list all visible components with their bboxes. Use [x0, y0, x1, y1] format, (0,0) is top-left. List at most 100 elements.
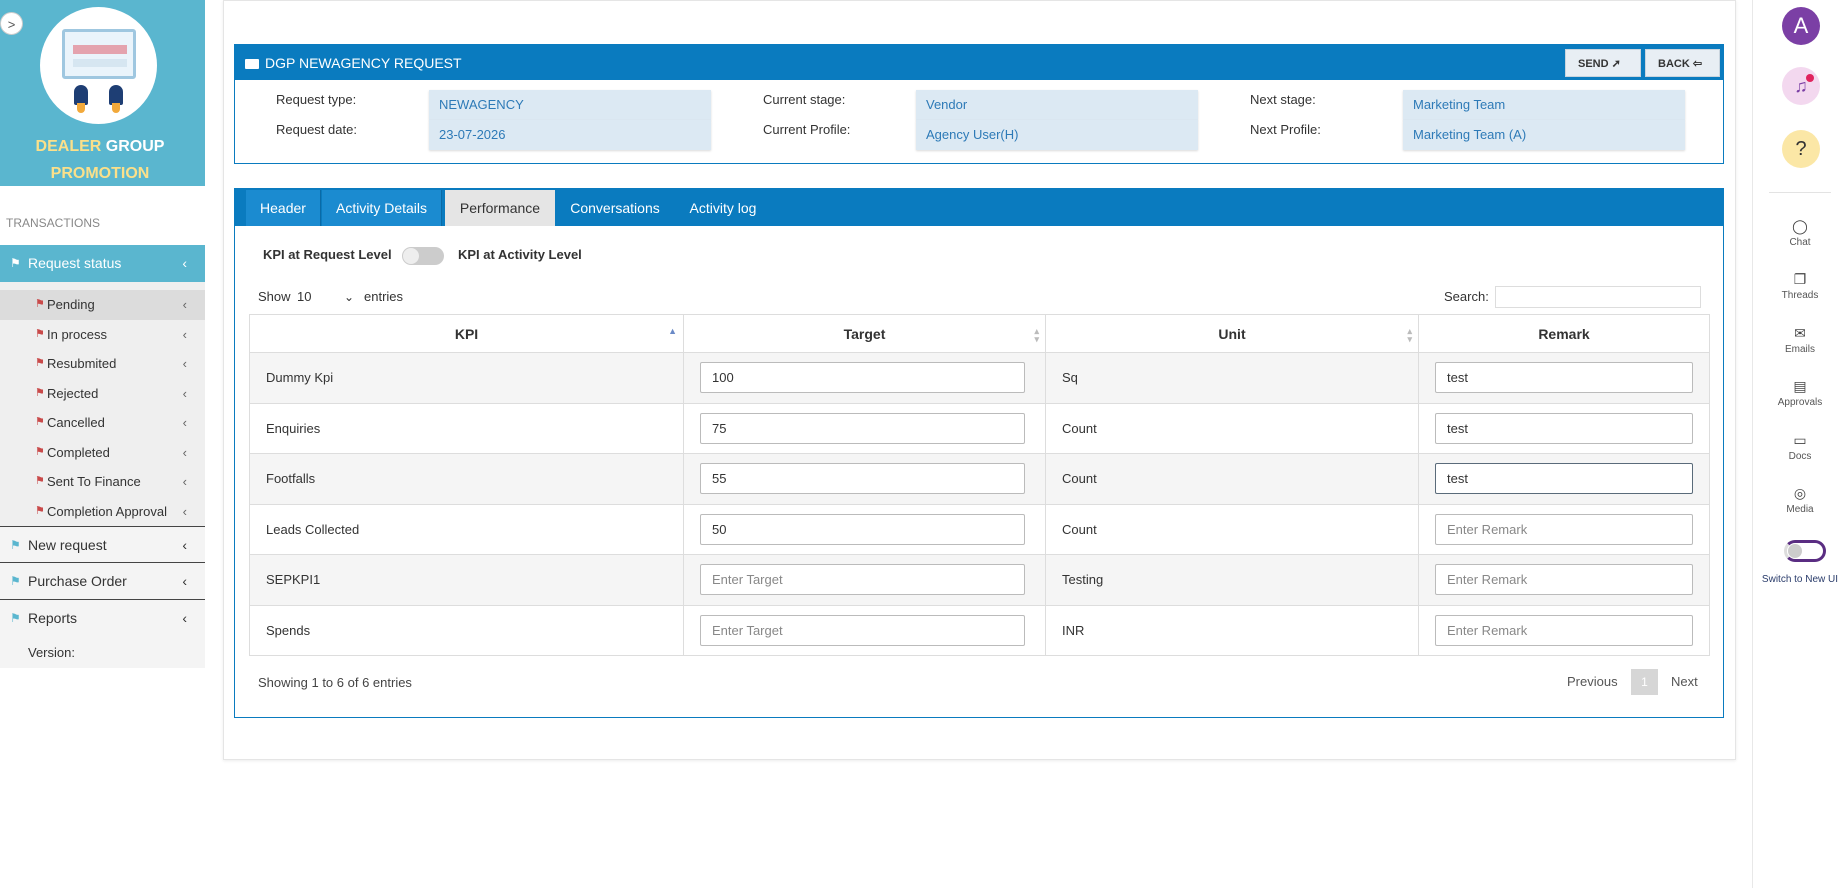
rocket-icon	[74, 85, 88, 105]
sidebar-toggle-button[interactable]: >	[0, 12, 23, 35]
user-avatar[interactable]: A	[1782, 7, 1820, 45]
current-stage-value: Vendor	[916, 90, 1198, 120]
table-row: Leads Collected Count	[249, 503, 1710, 555]
rocket-icon	[109, 85, 123, 105]
tab-activity-log[interactable]: Activity log	[678, 190, 768, 226]
table-row: Dummy Kpi Sq	[249, 352, 1710, 404]
notification-bell-icon[interactable]: ♫	[1782, 67, 1820, 105]
column-header-kpi[interactable]: KPI ▲	[249, 314, 684, 353]
request-date-label: Request date:	[276, 122, 357, 137]
submenu-item-rejected[interactable]: ⚑ Rejected ‹	[0, 379, 205, 409]
chevron-left-icon: ‹	[182, 503, 187, 519]
flag-icon: ⚑	[10, 574, 21, 588]
menu-purchase-order[interactable]: ⚑ Purchase Order ‹	[0, 563, 205, 600]
table-row: Spends INR	[249, 604, 1710, 656]
pagination-next[interactable]: Next	[1671, 674, 1698, 689]
remark-input[interactable]	[1435, 614, 1693, 646]
pagination-page-1[interactable]: 1	[1631, 669, 1658, 695]
submenu-item-pending[interactable]: ⚑ Pending ‹	[0, 290, 205, 320]
unit-cell: Count	[1045, 453, 1419, 505]
kpi-table: KPI▲ Target▴▾ Unit▴▾ Remark Dummy Kpi Sq…	[249, 314, 1710, 656]
unit-cell: Testing	[1045, 554, 1419, 606]
show-label: Show	[258, 289, 291, 304]
rail-item-approvals[interactable]: ▤ Approvals	[1753, 378, 1846, 408]
unit-cell: Count	[1045, 402, 1419, 454]
help-icon[interactable]: ?	[1782, 130, 1820, 168]
sidebar: > DEALER GROUP PROMOTION TRANSACTIONS ⚑ …	[0, 0, 205, 888]
submenu-item-completed[interactable]: ⚑ Completed ‹	[0, 438, 205, 468]
section-label-transactions: TRANSACTIONS	[6, 216, 101, 230]
chevron-left-icon: ‹	[182, 573, 187, 589]
target-input[interactable]	[700, 614, 1025, 646]
remark-input[interactable]	[1435, 362, 1693, 394]
tabs-panel: Header Activity Details Performance Conv…	[234, 188, 1724, 718]
pagination-previous[interactable]: Previous	[1567, 674, 1618, 689]
kpi-cell: Leads Collected	[249, 503, 684, 555]
send-button[interactable]: SEND ➚	[1565, 49, 1641, 77]
rail-item-threads[interactable]: ❐ Threads	[1753, 271, 1846, 301]
column-header-unit[interactable]: Unit ▴ ▾	[1045, 314, 1419, 353]
kpi-level-toggle[interactable]	[402, 247, 444, 265]
current-profile-label: Current Profile:	[763, 122, 851, 137]
flag-icon: ⚑	[10, 611, 21, 625]
request-panel-header: DGP NEWAGENCY REQUEST SEND ➚ BACK ⇦	[235, 45, 1723, 80]
rail-item-docs[interactable]: ▭ Docs	[1753, 432, 1846, 462]
entries-per-page-select[interactable]: 10 ⌄	[297, 286, 367, 308]
kpi-cell: Footfalls	[249, 453, 684, 505]
menu-request-status[interactable]: ⚑ Request status ‹	[0, 245, 205, 282]
target-input[interactable]	[700, 463, 1025, 495]
folder-icon: ▭	[1793, 432, 1807, 448]
request-status-submenu: ⚑ Pending ‹ ⚑ In process ‹ ⚑ Resubmited ‹ ⚑ Rej…	[0, 282, 205, 526]
email-icon: ✉	[1794, 325, 1806, 341]
back-button[interactable]: BACK ⇦	[1645, 49, 1720, 77]
tab-header[interactable]: Header	[246, 190, 321, 226]
tab-bar: Header Activity Details Performance Conv…	[235, 189, 1723, 226]
rail-divider	[1769, 192, 1831, 193]
version-label: Version:	[0, 637, 205, 668]
target-input[interactable]	[700, 564, 1025, 596]
submenu-item-sent-to-finance[interactable]: ⚑ Sent To Finance ‹	[0, 467, 205, 497]
flag-icon: ⚑	[35, 298, 45, 310]
target-input[interactable]	[700, 513, 1025, 545]
request-date-value: 23-07-2026	[429, 120, 711, 150]
submenu-item-in-process[interactable]: ⚑ In process ‹	[0, 320, 205, 350]
remark-input[interactable]	[1435, 564, 1693, 596]
tab-performance[interactable]: Performance	[445, 190, 555, 226]
rail-item-media[interactable]: ◎ Media	[1753, 485, 1846, 515]
table-info-text: Showing 1 to 6 of 6 entries	[258, 675, 412, 690]
submenu-item-cancelled[interactable]: ⚑ Cancelled ‹	[0, 408, 205, 438]
search-input[interactable]	[1495, 286, 1701, 308]
chat-icon: ◯	[1792, 218, 1808, 234]
flag-icon: ⚑	[35, 445, 45, 458]
kpi-cell: Dummy Kpi	[249, 352, 684, 404]
flag-icon: ⚑	[35, 357, 45, 369]
request-title: DGP NEWAGENCY REQUEST	[245, 55, 462, 71]
flag-icon: ⚑	[10, 538, 21, 552]
request-info-panel: DGP NEWAGENCY REQUEST SEND ➚ BACK ⇦ Requ…	[234, 44, 1724, 164]
menu-new-request[interactable]: ⚑ New request ‹	[0, 526, 205, 563]
current-stage-label: Current stage:	[763, 92, 846, 107]
rail-item-emails[interactable]: ✉ Emails	[1753, 325, 1846, 355]
chevron-left-icon: ‹	[182, 537, 187, 553]
target-input[interactable]	[700, 412, 1025, 444]
menu-reports[interactable]: ⚑ Reports ‹	[0, 600, 205, 637]
table-row: SEPKPI1 Testing	[249, 554, 1710, 606]
tab-activity-details[interactable]: Activity Details	[322, 190, 442, 226]
remark-input[interactable]	[1435, 513, 1693, 545]
right-rail: A ♫ ? ◯ Chat ❐ Threads ✉ Emails ▤ Approvals …	[1752, 0, 1846, 888]
rail-item-chat[interactable]: ◯ Chat	[1753, 218, 1846, 248]
remark-input[interactable]	[1435, 412, 1693, 444]
submenu-item-completion-approval[interactable]: ⚑ Completion Approval ‹	[0, 497, 205, 527]
target-input[interactable]	[700, 362, 1025, 394]
chevron-left-icon: ‹	[182, 297, 187, 312]
column-header-target[interactable]: Target ▴ ▾	[683, 314, 1046, 353]
remark-input[interactable]	[1435, 463, 1693, 495]
kpi-cell: Enquiries	[249, 402, 684, 454]
next-stage-label: Next stage:	[1250, 92, 1316, 107]
next-profile-value: Marketing Team (A)	[1403, 120, 1685, 150]
chevron-left-icon: ‹	[182, 610, 187, 626]
flag-icon: ⚑	[35, 386, 45, 399]
tab-conversations[interactable]: Conversations	[560, 190, 670, 226]
submenu-item-resubmited[interactable]: ⚑ Resubmited ‹	[0, 349, 205, 379]
new-ui-toggle[interactable]	[1784, 540, 1826, 562]
